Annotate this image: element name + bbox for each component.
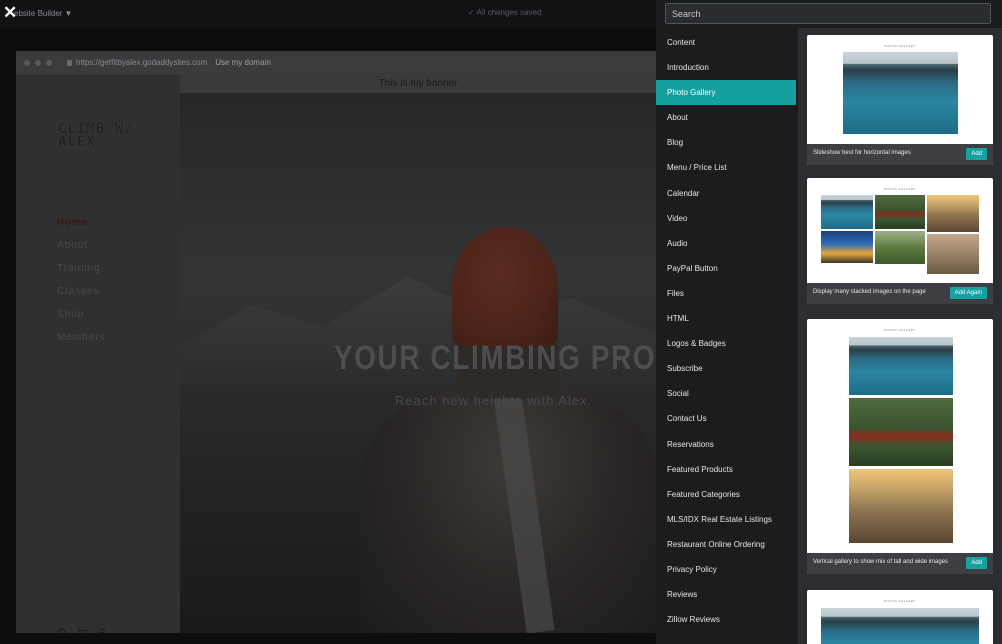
category-item[interactable]: PayPal Button bbox=[656, 256, 796, 281]
address-bar: https://getfitbyalex.godaddysites.com Use… bbox=[67, 58, 271, 67]
app-label: ebsite Builder bbox=[14, 9, 63, 18]
lock-icon bbox=[67, 59, 72, 66]
top-bar: ✕ ebsite Builder ▼ ✓ All changes saved bbox=[0, 0, 660, 28]
hero-title: YOUR CLIMBING PRO bbox=[334, 339, 656, 377]
window-dot-icon bbox=[24, 60, 30, 66]
category-item[interactable]: About bbox=[656, 105, 796, 130]
card-mini-title: PHOTO GALLERY bbox=[884, 187, 916, 191]
card-caption: Slideshow best for horizontal images bbox=[813, 150, 911, 156]
url-text: https://getfitbyalex.godaddysites.com bbox=[76, 58, 208, 67]
category-item[interactable]: Menu / Price List bbox=[656, 155, 796, 180]
site-logo[interactable]: CLIMB W/ ALEX bbox=[58, 122, 168, 149]
hero-subtitle: Reach new heights with Alex. bbox=[395, 393, 593, 408]
site-sidebar: CLIMB W/ ALEX Home About Training Classe… bbox=[16, 75, 180, 633]
use-my-domain-link[interactable]: Use my domain bbox=[215, 58, 271, 67]
site-nav-classes[interactable]: Classes bbox=[57, 286, 106, 309]
site-nav-shop[interactable]: Shop bbox=[57, 309, 106, 332]
card-mini-title: PHOTO GALLERY bbox=[884, 44, 916, 48]
category-item[interactable]: Zillow Reviews bbox=[656, 607, 796, 632]
category-item[interactable]: MLS/IDX Real Estate Listings bbox=[656, 507, 796, 532]
thumbnail-image bbox=[875, 195, 925, 229]
category-item[interactable]: Calendar bbox=[656, 181, 796, 206]
category-item[interactable]: HTML bbox=[656, 306, 796, 331]
category-item[interactable]: Social bbox=[656, 381, 796, 406]
category-item[interactable]: Privacy Policy bbox=[656, 557, 796, 582]
thumbnail-image bbox=[849, 469, 953, 543]
card-caption-bar: Slideshow best for horizontal images Add bbox=[807, 144, 993, 165]
site-preview: https://getfitbyalex.godaddysites.com Use… bbox=[16, 51, 656, 633]
category-item[interactable]: Reviews bbox=[656, 582, 796, 607]
browser-chrome: https://getfitbyalex.godaddysites.com Use… bbox=[16, 51, 656, 75]
caret-down-icon: ▼ bbox=[64, 9, 73, 18]
thumbnail-image bbox=[821, 231, 873, 263]
site-nav-training[interactable]: Training bbox=[57, 263, 106, 286]
thumbnail-image bbox=[821, 608, 979, 644]
window-dot-icon bbox=[35, 60, 41, 66]
layout-cards: PHOTO GALLERY Slideshow best for horizon… bbox=[798, 28, 1002, 644]
category-item[interactable]: Content bbox=[656, 30, 796, 55]
thumbnail-image bbox=[843, 52, 958, 134]
add-button[interactable]: Add bbox=[966, 148, 987, 160]
category-item[interactable]: Blog bbox=[656, 130, 796, 155]
category-item[interactable]: Subscribe bbox=[656, 356, 796, 381]
category-item[interactable]: Introduction bbox=[656, 55, 796, 80]
search-input[interactable] bbox=[665, 3, 991, 24]
account-icon[interactable] bbox=[97, 628, 111, 633]
gallery-layout-card[interactable]: PHOTO GALLERY Display many stacked image… bbox=[807, 178, 993, 304]
category-item[interactable]: Featured Categories bbox=[656, 482, 796, 507]
add-again-button[interactable]: Add Again bbox=[949, 287, 987, 299]
gallery-layout-card[interactable]: PHOTO GALLERY bbox=[807, 590, 993, 644]
thumbnail-image bbox=[849, 398, 953, 466]
site-nav-about[interactable]: About bbox=[57, 240, 106, 263]
save-status-text: All changes saved bbox=[476, 8, 542, 17]
category-item[interactable]: Contact Us bbox=[656, 406, 796, 431]
card-caption: Display many stacked images on the page bbox=[813, 289, 926, 295]
card-caption-bar: Display many stacked images on the page … bbox=[807, 283, 993, 304]
category-item[interactable]: Audio bbox=[656, 231, 796, 256]
app-menu[interactable]: ebsite Builder ▼ bbox=[12, 8, 72, 18]
thumbnail-image bbox=[927, 195, 979, 232]
thumbnail-image bbox=[875, 231, 925, 264]
site-banner[interactable]: This is my banner bbox=[180, 75, 656, 93]
category-item[interactable]: Reservations bbox=[656, 432, 796, 457]
save-status: ✓ All changes saved bbox=[468, 8, 542, 17]
add-button[interactable]: Add bbox=[966, 557, 987, 569]
site-nav-home[interactable]: Home bbox=[57, 217, 106, 240]
category-item-selected[interactable]: Photo Gallery bbox=[656, 80, 796, 106]
site-footer-icons bbox=[58, 625, 112, 633]
gallery-layout-card[interactable]: PHOTO GALLERY Vertical gallery to show m… bbox=[807, 319, 993, 574]
hero-mountains bbox=[180, 277, 656, 403]
hero-section[interactable]: YOUR CLIMBING PRO Reach new heights with… bbox=[180, 93, 656, 633]
category-item[interactable]: Logos & Badges bbox=[656, 331, 796, 356]
hero-climber-hat bbox=[452, 227, 558, 347]
category-item[interactable]: Featured Products bbox=[656, 457, 796, 482]
gallery-layout-card[interactable]: PHOTO GALLERY Slideshow best for horizon… bbox=[807, 35, 993, 165]
card-mini-title: PHOTO GALLERY bbox=[884, 599, 916, 603]
thumbnail-image bbox=[849, 337, 953, 395]
search-icon[interactable] bbox=[58, 628, 72, 633]
window-dot-icon bbox=[46, 60, 52, 66]
cart-icon[interactable] bbox=[77, 628, 91, 633]
site-nav: Home About Training Classes Shop Members bbox=[57, 217, 106, 355]
category-item[interactable]: Restaurant Online Ordering bbox=[656, 532, 796, 557]
category-item[interactable]: Files bbox=[656, 281, 796, 306]
card-caption: Vertical gallery to show mix of tall and… bbox=[813, 559, 949, 565]
category-list: Content Introduction Photo Gallery About… bbox=[656, 30, 796, 632]
thumbnail-image bbox=[821, 195, 873, 229]
category-item[interactable]: Video bbox=[656, 206, 796, 231]
card-caption-bar: Vertical gallery to show mix of tall and… bbox=[807, 553, 993, 574]
site-nav-members[interactable]: Members bbox=[57, 332, 106, 355]
card-mini-title: PHOTO GALLERY bbox=[884, 328, 916, 332]
thumbnail-image bbox=[927, 234, 979, 274]
